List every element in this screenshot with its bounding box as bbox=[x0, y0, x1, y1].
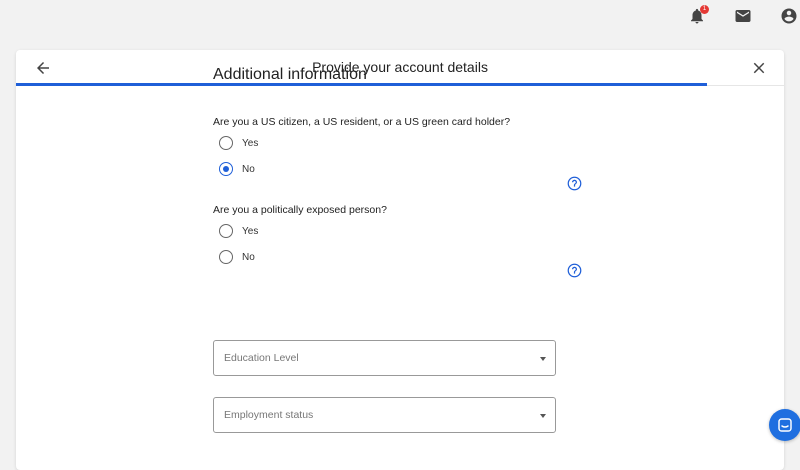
help-button-politically-exposed[interactable] bbox=[567, 263, 582, 278]
education-level-select[interactable]: Education Level bbox=[213, 340, 556, 376]
mail-icon bbox=[735, 10, 751, 22]
question-politically-exposed: Are you a politically exposed person? bbox=[213, 204, 387, 216]
chat-button[interactable] bbox=[769, 409, 800, 441]
chevron-down-icon bbox=[540, 414, 546, 418]
radio-politically-exposed-no[interactable]: No bbox=[219, 250, 255, 264]
notification-count-badge: 1 bbox=[700, 5, 709, 14]
dialog-header: Provide your account details bbox=[16, 50, 784, 86]
account-circle-icon bbox=[781, 8, 797, 24]
help-icon bbox=[567, 176, 582, 191]
section-title: Additional information bbox=[213, 66, 367, 83]
radio-label: Yes bbox=[242, 225, 259, 237]
chevron-down-icon bbox=[540, 357, 546, 361]
chat-icon bbox=[778, 418, 792, 432]
select-placeholder: Employment status bbox=[224, 409, 314, 421]
radio-us-person-yes[interactable]: Yes bbox=[219, 136, 258, 150]
account-button[interactable] bbox=[780, 7, 798, 25]
select-placeholder: Education Level bbox=[224, 352, 299, 364]
radio-politically-exposed-yes[interactable]: Yes bbox=[219, 224, 258, 238]
employment-status-select[interactable]: Employment status bbox=[213, 397, 556, 433]
radio-button[interactable] bbox=[219, 250, 233, 264]
notifications-button[interactable]: 1 bbox=[688, 5, 709, 25]
close-icon bbox=[753, 62, 765, 74]
help-button-us-person[interactable] bbox=[567, 176, 582, 191]
radio-us-person-no[interactable]: No bbox=[219, 162, 255, 176]
help-icon bbox=[567, 263, 582, 278]
radio-button[interactable] bbox=[219, 162, 233, 176]
close-button[interactable] bbox=[750, 59, 768, 77]
radio-label: No bbox=[242, 251, 255, 263]
radio-button[interactable] bbox=[219, 136, 233, 150]
radio-label: Yes bbox=[242, 137, 259, 149]
dialog-title: Provide your account details bbox=[312, 59, 488, 75]
radio-button[interactable] bbox=[219, 224, 233, 238]
messages-button[interactable] bbox=[734, 7, 752, 25]
top-bar: 1 bbox=[0, 0, 800, 40]
radio-label: No bbox=[242, 163, 255, 175]
question-us-person: Are you a US citizen, a US resident, or … bbox=[213, 116, 511, 128]
